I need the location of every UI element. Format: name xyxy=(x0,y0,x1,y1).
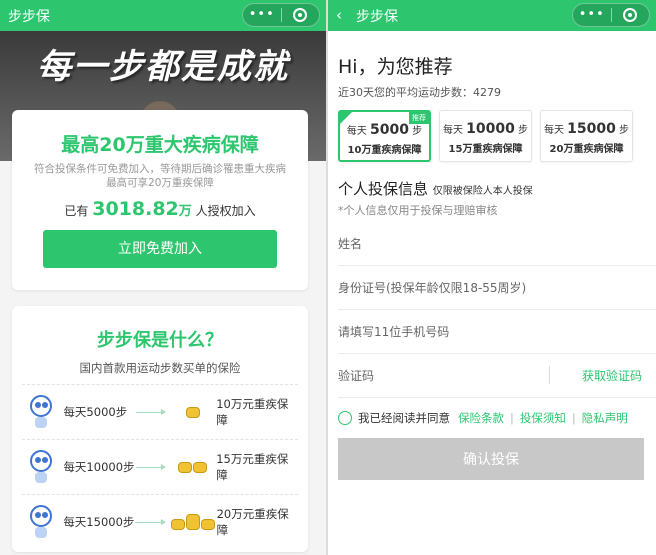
tier-steps: 每天15000步 xyxy=(63,515,135,529)
arrow-icon xyxy=(135,463,167,470)
name-input[interactable] xyxy=(338,237,638,251)
plan-steps: 每天 5000 步 xyxy=(346,122,423,138)
navbar: 步步保 ••• xyxy=(0,0,326,31)
plan-options: 推荐 每天 5000 步 10万重疾病保障 每天 10000 步 15万重疾病保… xyxy=(338,110,648,162)
phone-field xyxy=(338,310,656,354)
join-free-button[interactable]: 立即免费加入 xyxy=(43,230,277,268)
about-card: 步步保是什么？ 国内首款用运动步数买单的保险 每天5000步 10万元重疾保障 … xyxy=(12,306,308,552)
arrow-icon xyxy=(135,408,167,415)
about-subtitle: 国内首款用运动步数买单的保险 xyxy=(79,361,241,375)
average-steps: 近30天您的平均运动步数：4279 xyxy=(338,86,501,99)
miniapp-capsule: ••• xyxy=(572,3,650,27)
agreement-row: 我已经阅读并同意 保险条款 | 投保须知 | 隐私声明 xyxy=(338,410,628,426)
about-title: 步步保是什么？ xyxy=(97,330,223,351)
code-field: 获取验证码 xyxy=(338,354,656,398)
plan-coverage: 20万重疾病保障 xyxy=(549,144,624,155)
close-miniapp-icon[interactable] xyxy=(281,8,319,22)
left-screen: 步步保 ••• 每一步都是成就 最高20万重大疾病保障 符合投保条件可免费加入，… xyxy=(0,0,326,555)
hero-slogan: 每一步都是成就 xyxy=(37,47,289,87)
section-title: 个人投保信息 仅限被保险人本人投保 xyxy=(338,178,533,199)
app-title: 步步保 xyxy=(8,9,50,25)
app-title: 步步保 xyxy=(356,9,398,25)
right-screen: ‹ 步步保 ••• Hi，为您推荐 近30天您的平均运动步数：4279 推荐 每… xyxy=(328,0,656,555)
coins-stack-icon xyxy=(170,514,215,530)
plan-coverage: 15万重疾病保障 xyxy=(448,144,523,155)
id-number-input[interactable] xyxy=(338,281,638,295)
close-miniapp-icon[interactable] xyxy=(611,8,649,22)
mascot-icon xyxy=(28,450,53,484)
selected-check-icon xyxy=(339,111,353,125)
mascot-icon xyxy=(28,505,53,539)
more-icon[interactable]: ••• xyxy=(243,5,281,25)
section-note: 仅限被保险人本人投保 xyxy=(432,186,533,197)
privacy-note: *个人信息仅用于投保与理赔审核 xyxy=(338,204,498,217)
joined-count: 已有 3018.82万 人授权加入 xyxy=(12,198,308,220)
tier-coverage: 15万元重疾保障 xyxy=(216,452,289,482)
joined-suffix: 人授权加入 xyxy=(195,204,256,218)
id-field xyxy=(338,266,656,310)
step-tier-row: 每天5000步 10万元重疾保障 xyxy=(22,384,298,439)
link-separator: | xyxy=(571,411,576,425)
coins-icon xyxy=(171,461,214,473)
phone-input[interactable] xyxy=(338,325,638,339)
terms-link[interactable]: 保险条款 xyxy=(458,410,504,426)
promo-card: 最高20万重大疾病保障 符合投保条件可免费加入，等待期后确诊罹患重大疾病 最高可… xyxy=(12,110,308,290)
more-icon[interactable]: ••• xyxy=(573,5,611,25)
step-tier-row: 每天10000步 15万元重疾保障 xyxy=(22,439,298,494)
plan-coverage: 10万重疾病保障 xyxy=(347,145,422,156)
notice-link[interactable]: 投保须知 xyxy=(520,410,566,426)
tier-steps: 每天5000步 xyxy=(63,405,128,419)
promo-headline: 最高20万重大疾病保障 xyxy=(61,134,259,156)
joined-prefix: 已有 xyxy=(64,204,89,218)
promo-desc-line: 最高可享20万重疾保障 xyxy=(106,177,214,189)
tier-coverage: 20万元重疾保障 xyxy=(216,507,289,537)
plan-option-5000[interactable]: 推荐 每天 5000 步 10万重疾病保障 xyxy=(338,110,431,162)
name-field xyxy=(338,222,656,266)
greeting-title: Hi，为您推荐 xyxy=(338,56,453,78)
step-tier-list: 每天5000步 10万元重疾保障 每天10000步 15万元重疾保障 每天150… xyxy=(22,384,298,549)
promo-description: 符合投保条件可免费加入，等待期后确诊罹患重大疾病 最高可享20万重疾保障 xyxy=(12,162,308,190)
tier-steps: 每天10000步 xyxy=(63,460,135,474)
mascot-icon xyxy=(28,395,53,429)
tier-coverage: 10万元重疾保障 xyxy=(216,397,289,427)
back-icon[interactable]: ‹ xyxy=(336,6,342,24)
recommended-badge: 推荐 xyxy=(409,112,429,124)
joined-number: 3018.82 xyxy=(92,198,179,220)
get-code-button[interactable]: 获取验证码 xyxy=(548,366,642,384)
verification-code-input[interactable] xyxy=(338,369,518,383)
confirm-insure-button[interactable]: 确认投保 xyxy=(338,438,644,480)
arrow-icon xyxy=(135,518,166,525)
link-separator: | xyxy=(510,411,514,425)
coin-icon xyxy=(171,406,214,418)
step-tier-row: 每天15000步 20万元重疾保障 xyxy=(22,494,298,549)
plan-steps: 每天 15000 步 xyxy=(543,121,630,137)
miniapp-capsule: ••• xyxy=(242,3,320,27)
agree-radio[interactable] xyxy=(338,411,352,425)
section-title-text: 个人投保信息 xyxy=(338,180,429,198)
promo-desc-line: 符合投保条件可免费加入，等待期后确诊罹患重大疾病 xyxy=(34,163,286,175)
joined-unit: 万 xyxy=(178,204,192,219)
plan-steps: 每天 10000 步 xyxy=(442,121,529,137)
navbar: ‹ 步步保 ••• xyxy=(328,0,656,31)
agree-text: 我已经阅读并同意 xyxy=(358,411,450,425)
plan-option-10000[interactable]: 每天 10000 步 15万重疾病保障 xyxy=(439,110,532,162)
privacy-link[interactable]: 隐私声明 xyxy=(582,410,628,426)
plan-option-15000[interactable]: 每天 15000 步 20万重疾病保障 xyxy=(540,110,633,162)
